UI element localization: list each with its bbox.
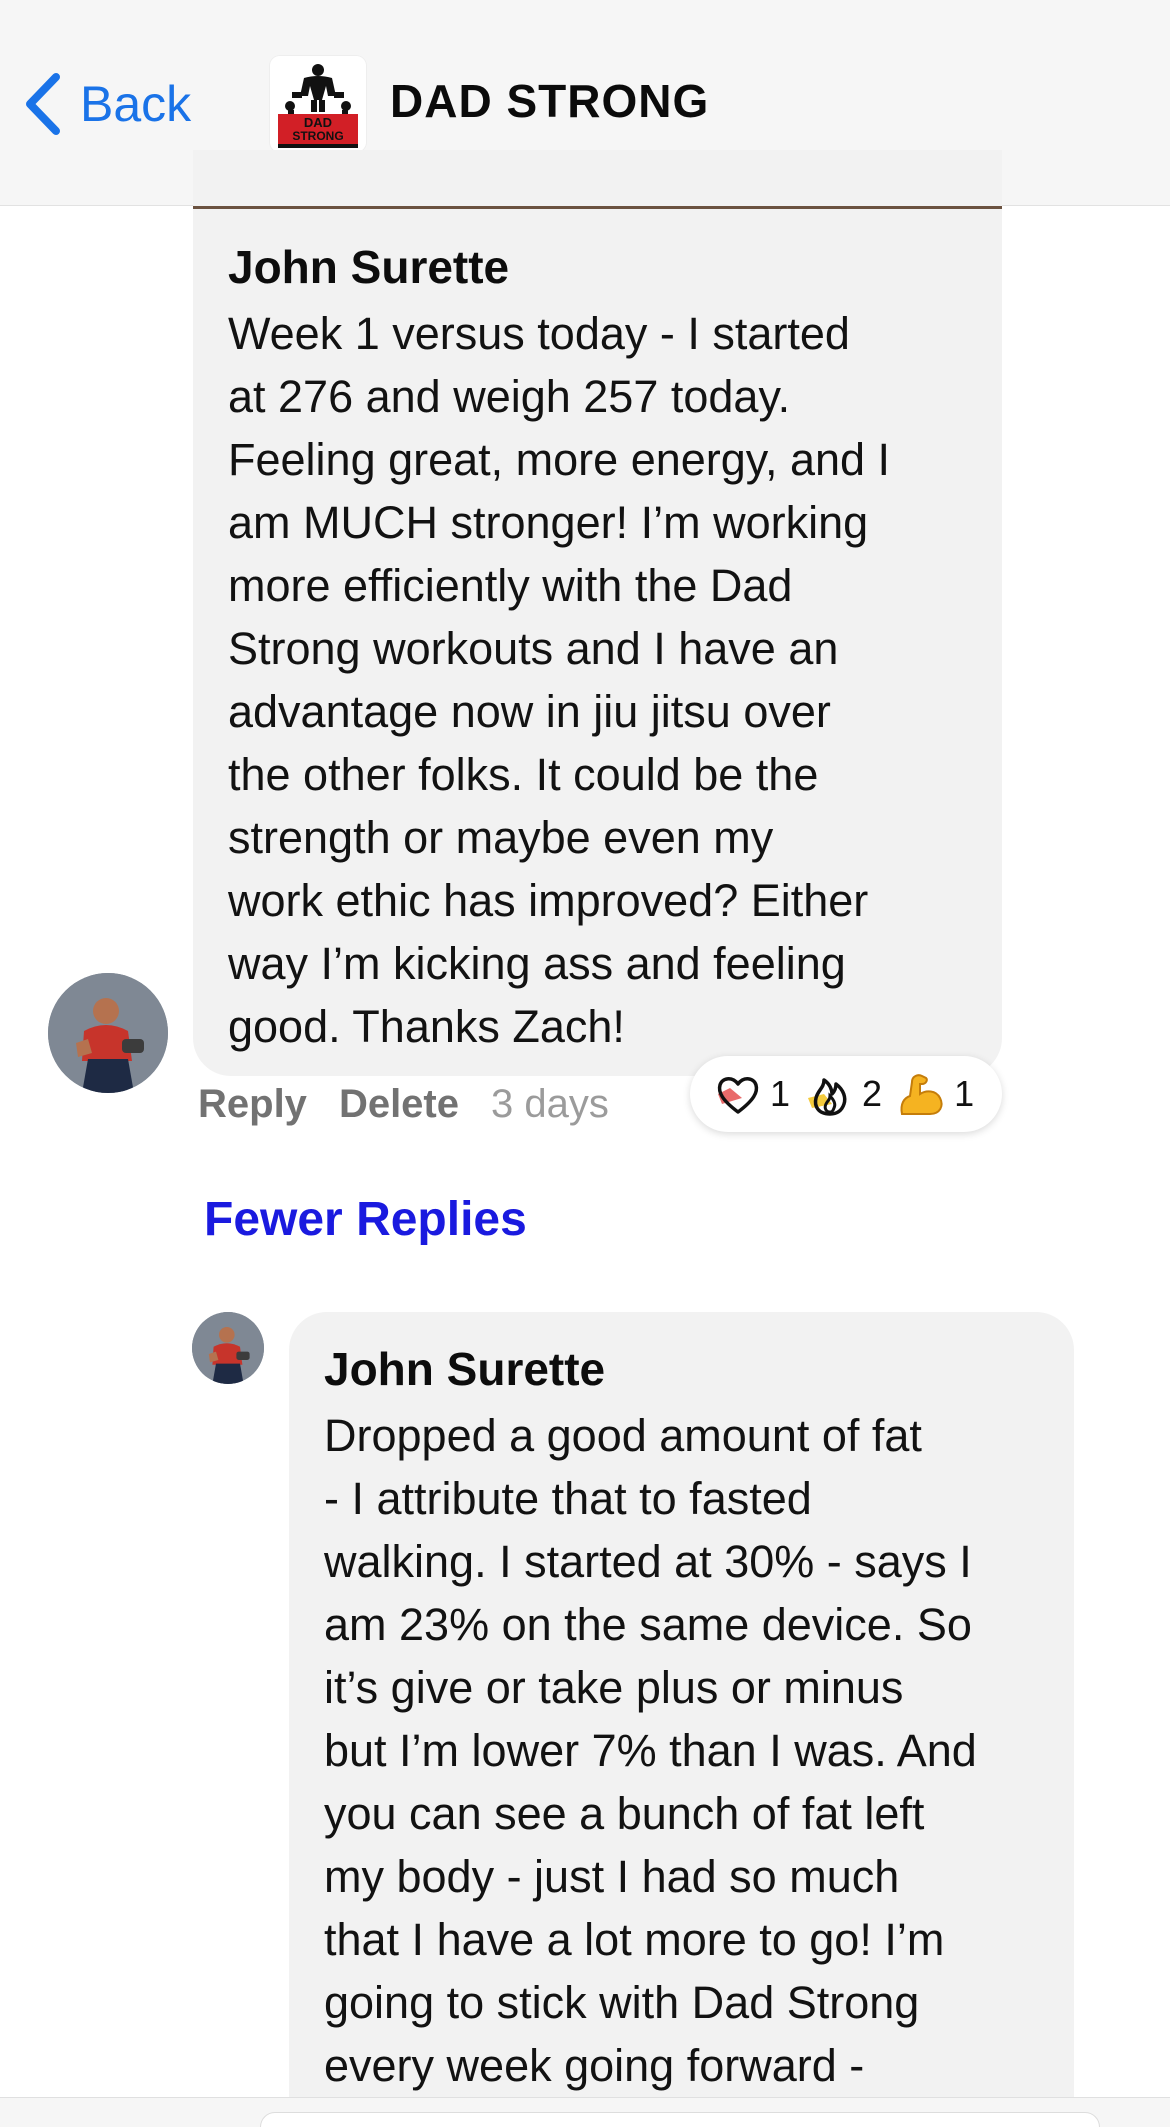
heart-icon	[717, 1077, 759, 1114]
reaction-heart[interactable]: 1	[712, 1068, 790, 1120]
fire-icon	[808, 1078, 847, 1116]
chevron-left-icon	[26, 73, 60, 135]
reply-author[interactable]: John Surette	[324, 1342, 605, 1396]
reaction-summary[interactable]: 1 2 1	[690, 1056, 1002, 1132]
comment-author[interactable]: John Surette	[228, 240, 509, 294]
comment-timestamp: 3 days	[491, 1082, 609, 1126]
reaction-count: 2	[862, 1073, 883, 1114]
reaction-count: 1	[770, 1073, 791, 1114]
avatar[interactable]	[48, 973, 168, 1093]
comment-composer-bar	[0, 2097, 1170, 2127]
comment-actions: Reply Delete 3 days	[198, 1082, 609, 1127]
reaction-count: 1	[954, 1073, 975, 1114]
group-title: DAD STRONG	[390, 75, 710, 127]
back-button[interactable]: Back	[22, 66, 191, 142]
image-edge	[193, 206, 1002, 209]
back-label: Back	[80, 76, 192, 132]
svg-text:STRONG: STRONG	[292, 129, 343, 143]
reply-button[interactable]: Reply	[198, 1082, 307, 1127]
comment-text: Week 1 versus today - I started at 276 a…	[228, 308, 891, 1052]
dad-strong-logo: DAD STRONG	[270, 56, 366, 152]
svg-text:DAD: DAD	[304, 115, 332, 130]
delete-button[interactable]: Delete	[339, 1082, 459, 1127]
reaction-fire[interactable]: 2	[804, 1068, 882, 1120]
comment-input[interactable]	[260, 2112, 1100, 2127]
reaction-flex[interactable]: 1	[896, 1068, 974, 1120]
reply-text: Dropped a good amount of fat - I attribu…	[324, 1410, 977, 2091]
fewer-replies-link[interactable]: Fewer Replies	[204, 1192, 527, 1247]
avatar[interactable]	[192, 1312, 264, 1384]
flexed-bicep-icon	[900, 1074, 943, 1115]
